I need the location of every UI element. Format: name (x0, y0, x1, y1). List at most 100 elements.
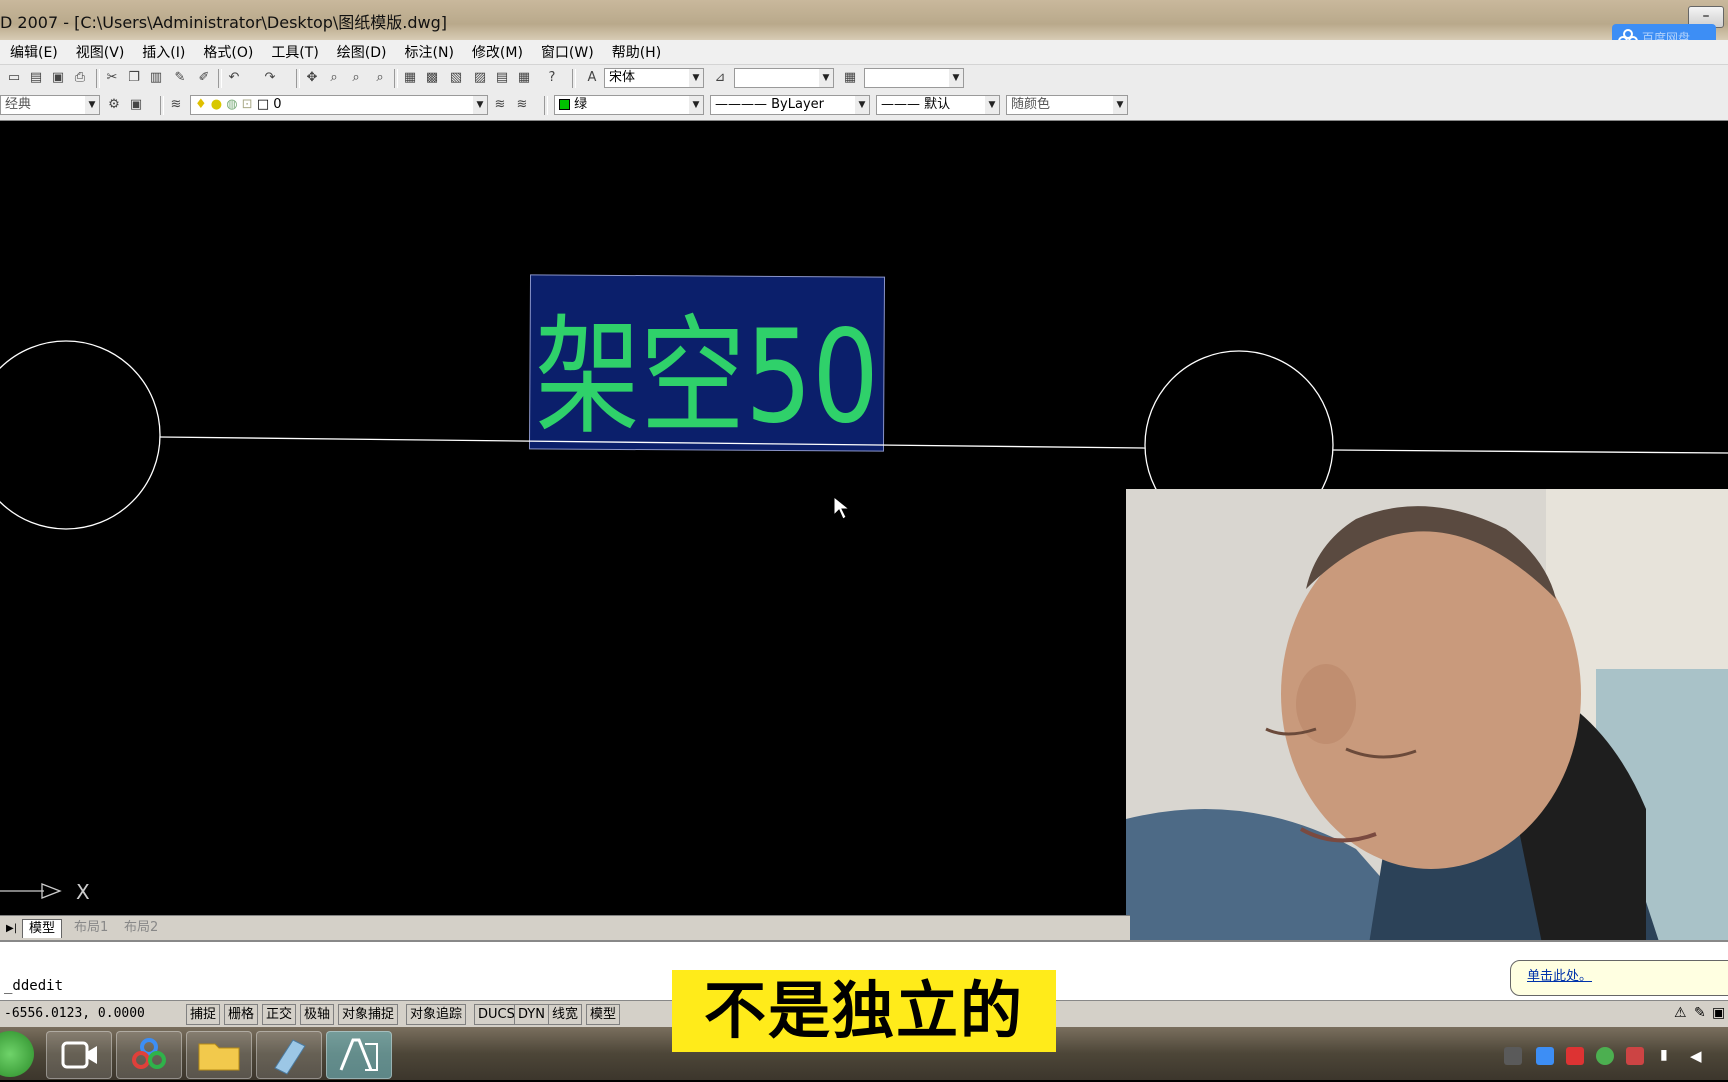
new-icon[interactable]: ▭ (6, 70, 22, 86)
workspace-save-icon[interactable]: ▣ (128, 97, 144, 113)
sheet-set-icon[interactable]: ▨ (472, 70, 488, 86)
taskbar-video-app[interactable] (46, 1031, 112, 1079)
title-bar: D 2007 - [C:\Users\Administrator\Desktop… (0, 0, 1728, 40)
ucs-arrow-icon (41, 883, 62, 899)
linetype-select[interactable]: ———— ByLayer ▼ (710, 95, 870, 115)
grid-toggle[interactable]: 栅格 (224, 1004, 259, 1025)
dim-style-select[interactable]: ▼ (734, 68, 834, 88)
webcam-overlay (1126, 489, 1728, 963)
menu-bar: 编辑(E) 视图(V) 插入(I) 格式(O) 工具(T) 绘图(D) 标注(N… (0, 40, 1728, 65)
taskbar-autocad[interactable] (326, 1031, 392, 1079)
notepad-icon (274, 1039, 306, 1075)
otrack-toggle[interactable]: 对象追踪 (406, 1004, 467, 1025)
tab-nav-icon[interactable]: ▶| (0, 920, 23, 938)
menu-view[interactable]: 视图(V) (66, 42, 133, 62)
zoom-realtime-icon[interactable]: ⌕ (326, 70, 342, 86)
layer-select[interactable]: ♦ ● ◍ ⊡ □ 0 ▼ (190, 95, 488, 115)
layers-properties-toolbar: 经典 ▼ ⚙ ▣ ≋ ♦ ● ◍ ⊡ □ 0 ▼ ≋ ≋ 绿 ▼ ———— By… (0, 92, 1728, 121)
dyn-toggle[interactable]: DYN (514, 1004, 549, 1025)
menu-insert[interactable]: 插入(I) (132, 42, 193, 62)
command-text: _ddedit (4, 978, 64, 994)
tab-layout1[interactable]: 布局1 (68, 919, 114, 937)
dim-style-icon[interactable]: ⊿ (712, 70, 728, 86)
text-style-value: 宋体 (609, 70, 636, 85)
make-current-layer-icon[interactable]: ≋ (492, 97, 508, 113)
table-style-select[interactable]: ▼ (864, 68, 964, 88)
taskbar-notepad[interactable] (256, 1031, 322, 1079)
menu-edit[interactable]: 编辑(E) (0, 42, 66, 62)
ducs-toggle[interactable]: DUCS (474, 1004, 519, 1025)
plotstyle-select[interactable]: 随颜色 ▼ (1006, 95, 1128, 115)
layer-manager-icon[interactable]: ≋ (168, 97, 184, 113)
tab-layout2[interactable]: 布局2 (118, 919, 164, 937)
menu-help[interactable]: 帮助(H) (602, 42, 669, 62)
cut-icon[interactable]: ✂ (104, 70, 120, 86)
record-tray-icon[interactable] (1566, 1047, 1584, 1065)
text-style-icon[interactable]: A (584, 70, 600, 86)
properties-icon[interactable]: ▦ (402, 70, 418, 86)
plus-tray-icon[interactable] (1596, 1047, 1614, 1065)
workspace-settings-icon[interactable]: ⚙ (106, 97, 122, 113)
start-button[interactable] (0, 1031, 34, 1077)
layer-previous-icon[interactable]: ≋ (514, 97, 530, 113)
markup-icon[interactable]: ▤ (494, 70, 510, 86)
keyboard-tray-icon[interactable] (1504, 1047, 1522, 1065)
zoom-previous-icon[interactable]: ⌕ (372, 70, 388, 86)
open-icon[interactable]: ▤ (28, 70, 44, 86)
model-toggle[interactable]: 模型 (586, 1004, 621, 1025)
lineweight-toggle[interactable]: 线宽 (548, 1004, 583, 1025)
block-editor-icon[interactable]: ✐ (196, 70, 212, 86)
freeze-icon: ◍ (226, 97, 238, 112)
lineweight-value: 默认 (924, 97, 951, 112)
polar-toggle[interactable]: 极轴 (300, 1004, 335, 1025)
lock-icon[interactable]: ▣ (1712, 1005, 1725, 1021)
copy-icon[interactable]: ❐ (126, 70, 142, 86)
balloon-link[interactable]: 单击此处。 (1527, 965, 1592, 984)
cloud-tray-icon[interactable] (1536, 1047, 1554, 1065)
cloud-icon (132, 1038, 166, 1069)
paste-icon[interactable]: ▥ (148, 70, 164, 86)
table-style-icon[interactable]: ▦ (842, 70, 858, 86)
tab-model[interactable]: 模型 (22, 919, 63, 938)
layer-color-swatch: □ (256, 97, 270, 112)
security-tray-icon[interactable] (1626, 1047, 1644, 1065)
tool-palettes-icon[interactable]: ▧ (448, 70, 464, 86)
chevron-down-icon: ▼ (689, 96, 703, 114)
window-title: D 2007 - [C:\Users\Administrator\Desktop… (0, 13, 448, 32)
circle-entity-left[interactable] (0, 340, 161, 530)
menu-draw[interactable]: 绘图(D) (327, 42, 395, 62)
autocad-icon (339, 1038, 378, 1071)
menu-window[interactable]: 窗口(W) (531, 42, 602, 62)
calculator-icon[interactable]: ▦ (516, 70, 532, 86)
match-properties-icon[interactable]: ✎ (172, 70, 188, 86)
save-icon[interactable]: ▣ (50, 70, 66, 86)
print-icon[interactable]: ⎙ (72, 70, 88, 86)
color-select[interactable]: 绿 ▼ (554, 95, 704, 115)
sun-icon: ● (210, 97, 223, 112)
snap-toggle[interactable]: 捕捉 (186, 1004, 221, 1025)
chevron-down-icon: ▼ (473, 96, 487, 114)
pan-icon[interactable]: ✥ (304, 70, 320, 86)
ortho-toggle[interactable]: 正交 (262, 1004, 297, 1025)
menu-format[interactable]: 格式(O) (193, 42, 261, 62)
lineweight-select[interactable]: ——— 默认 ▼ (876, 95, 1000, 115)
network-tray-icon[interactable]: ▮ (1660, 1047, 1678, 1065)
redo-icon[interactable]: ↷ (262, 70, 278, 86)
undo-icon[interactable]: ↶ (226, 70, 242, 86)
tools-icon[interactable]: ✎ (1694, 1005, 1706, 1021)
text-style-select[interactable]: 宋体 ▼ (604, 68, 704, 88)
menu-dimension[interactable]: 标注(N) (395, 42, 462, 62)
taskbar-file-explorer[interactable] (186, 1031, 252, 1079)
taskbar-cloud-app[interactable] (116, 1031, 182, 1079)
warning-icon[interactable]: ⚠ (1674, 1005, 1687, 1021)
zoom-window-icon[interactable]: ⌕ (348, 70, 364, 86)
line-entity-right[interactable] (1332, 449, 1728, 454)
design-center-icon[interactable]: ▩ (424, 70, 440, 86)
help-icon[interactable]: ? (544, 70, 560, 86)
workspace-select[interactable]: 经典 ▼ (0, 95, 100, 115)
volume-tray-icon[interactable]: ◀ (1690, 1047, 1708, 1065)
osnap-toggle[interactable]: 对象捕捉 (338, 1004, 399, 1025)
text-entity[interactable]: 架空50 (535, 303, 879, 452)
menu-tools[interactable]: 工具(T) (261, 42, 326, 62)
menu-modify[interactable]: 修改(M) (462, 42, 531, 62)
